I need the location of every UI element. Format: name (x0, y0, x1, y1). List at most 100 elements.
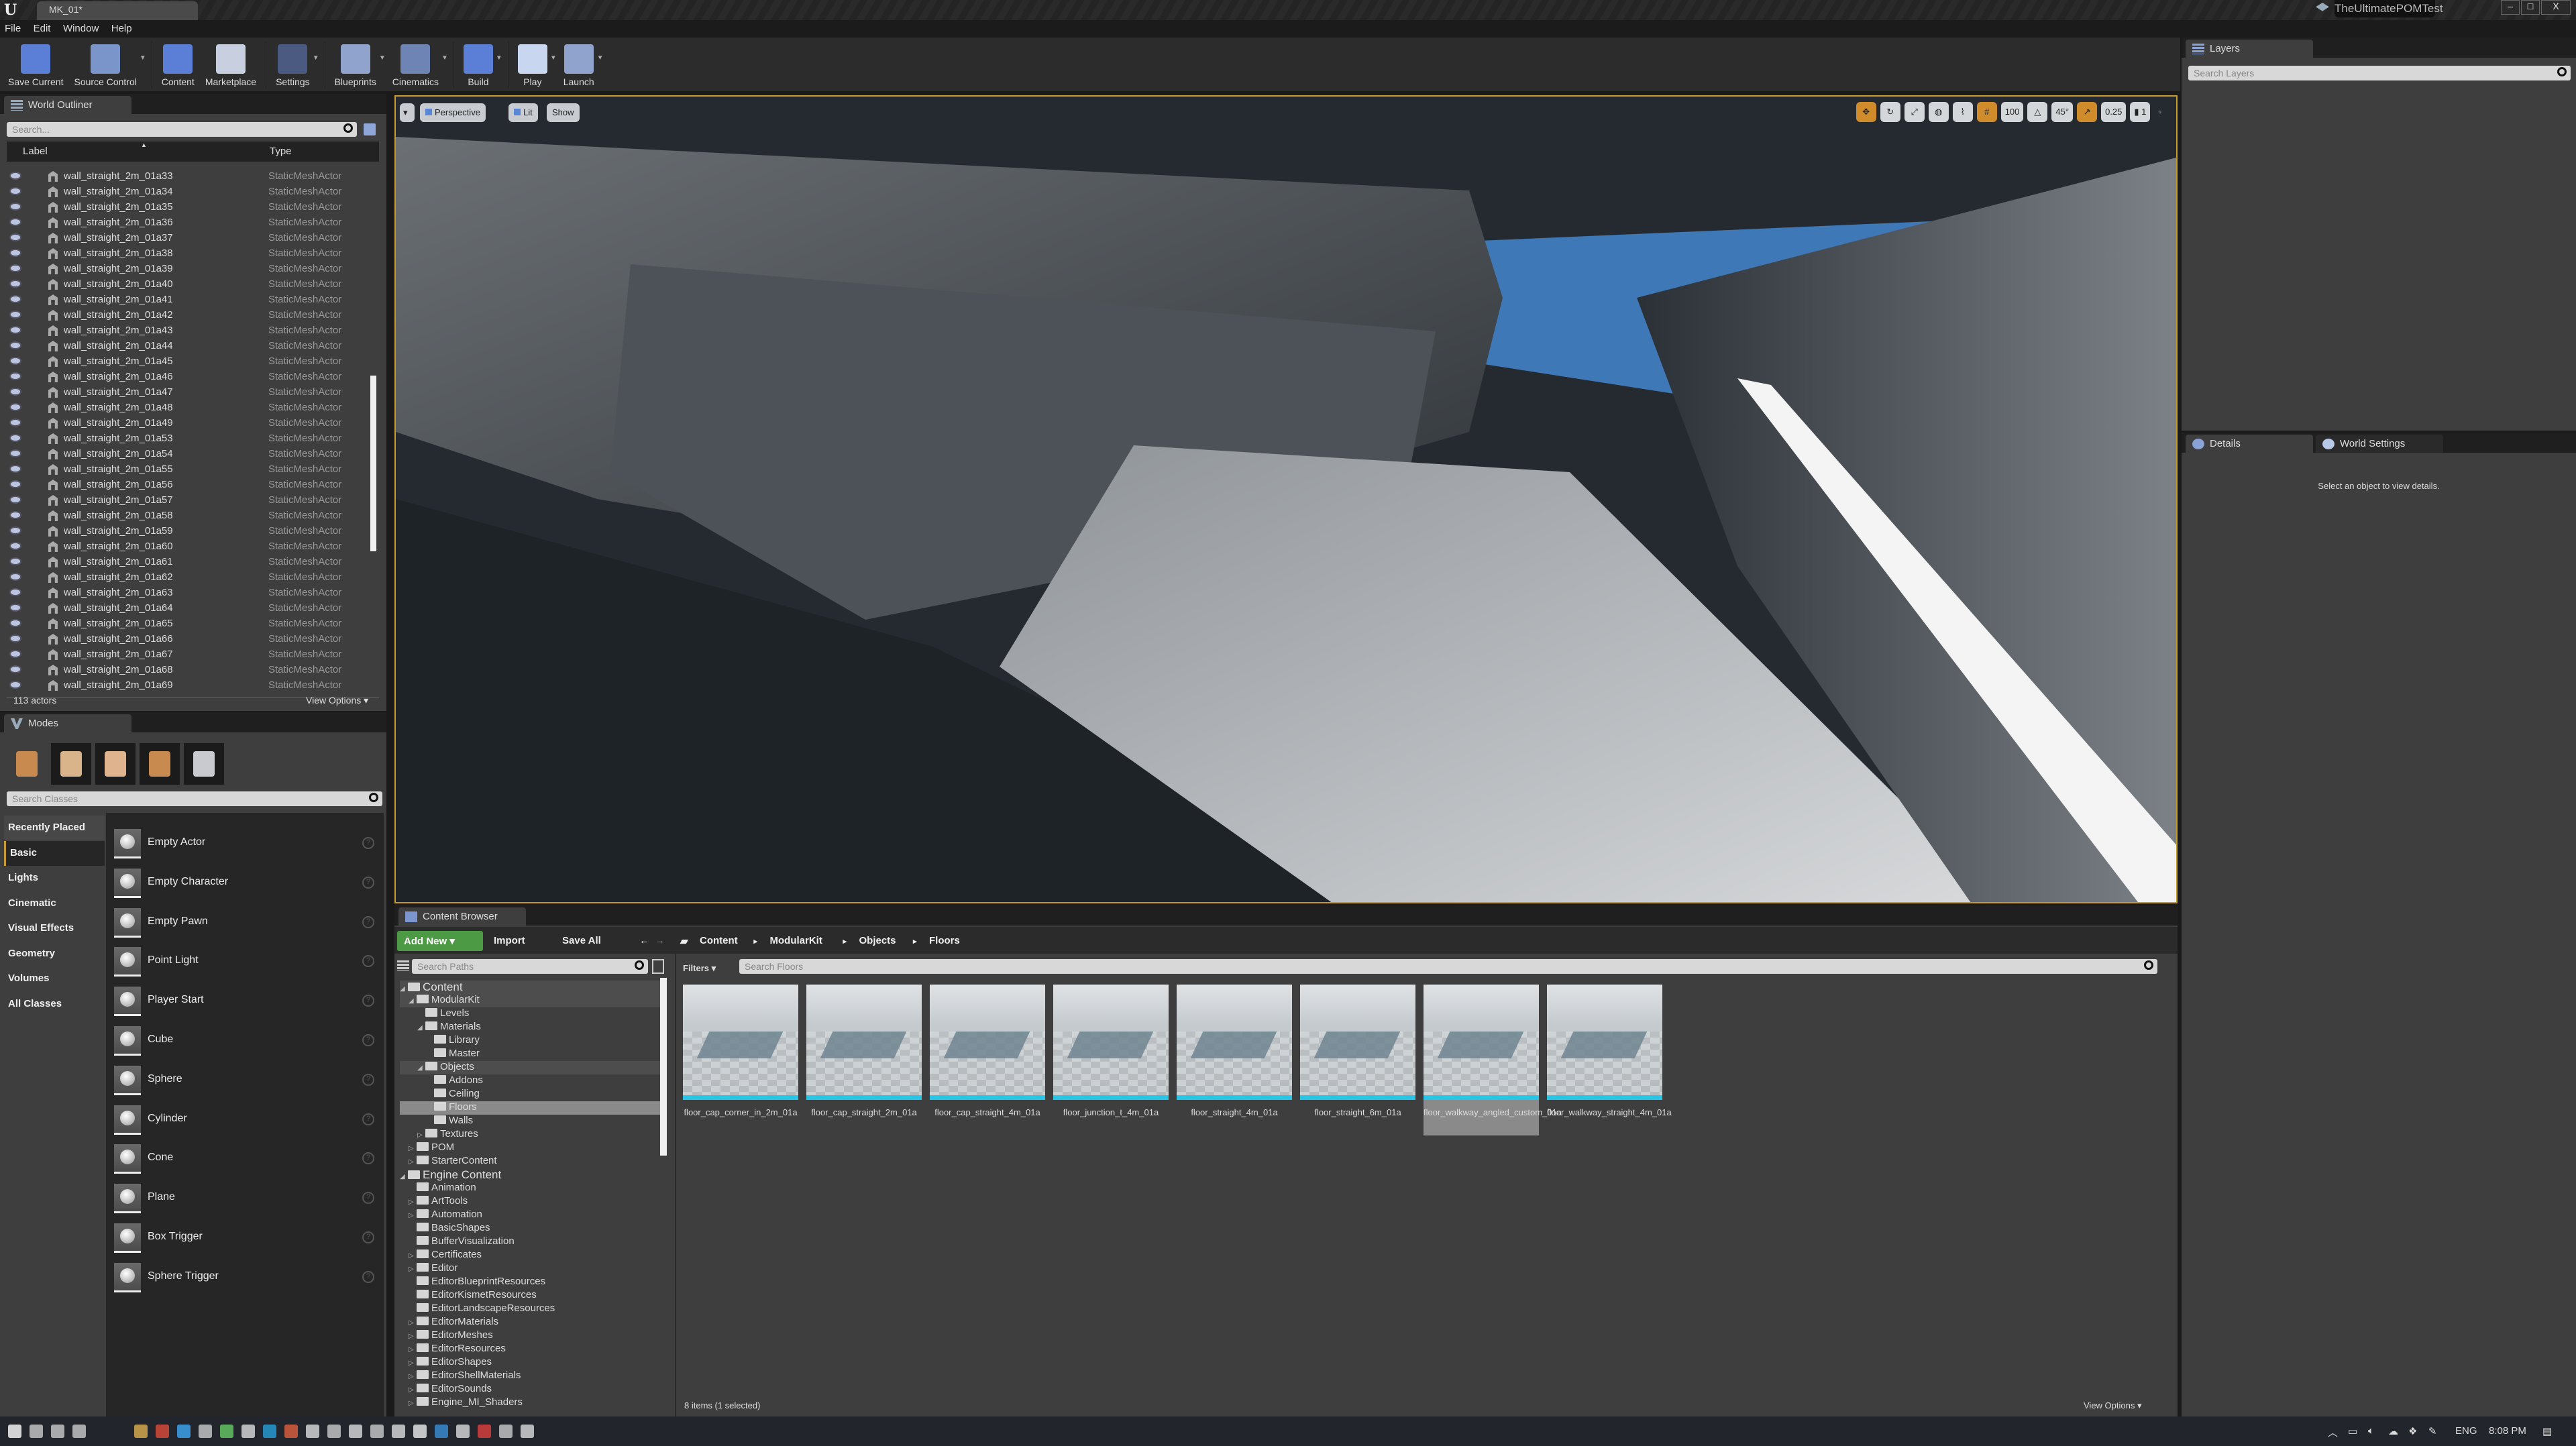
outliner-row[interactable]: wall_straight_2m_01a60 StaticMeshActor (7, 539, 369, 555)
asset-tile[interactable]: floor_straight_6m_01a (1300, 985, 1415, 1135)
folder-buffervisualization[interactable]: BufferVisualization (400, 1235, 663, 1249)
help-icon[interactable]: ? (362, 876, 374, 889)
viewport-options-button[interactable]: ▾ (400, 103, 415, 122)
menu-edit[interactable]: Edit (29, 20, 56, 37)
folder-materials[interactable]: ◢ Materials (400, 1021, 663, 1034)
outliner-row[interactable]: wall_straight_2m_01a45 StaticMeshActor (7, 354, 369, 370)
placeable-plane[interactable]: Plane? (107, 1180, 382, 1219)
folder-basicshapes[interactable]: BasicShapes (400, 1222, 663, 1235)
app-taskbar-icon[interactable] (327, 1425, 341, 1438)
app-taskbar-icon[interactable] (284, 1425, 298, 1438)
collapse-sources-icon[interactable] (397, 960, 409, 971)
splitter[interactable] (675, 954, 676, 1416)
placeable-box-trigger[interactable]: Box Trigger? (107, 1219, 382, 1259)
forward-button[interactable]: → (655, 935, 665, 946)
folder-textures[interactable]: ▷ Textures (400, 1128, 663, 1142)
folder-pom[interactable]: ▷ POM (400, 1142, 663, 1155)
breadcrumb-chevron-icon[interactable]: ▸ (913, 937, 917, 946)
world-outliner-tab[interactable]: World Outliner (4, 96, 131, 114)
volume-icon[interactable]: 🔈︎ (2368, 1425, 2374, 1437)
dropbox-icon[interactable]: ❖ (2408, 1425, 2417, 1437)
folder-levels[interactable]: Levels (400, 1007, 663, 1021)
asset-tile[interactable]: floor_cap_corner_in_2m_01a (683, 985, 798, 1135)
visibility-eye-icon[interactable] (9, 619, 21, 627)
app-taskbar-icon[interactable] (349, 1425, 362, 1438)
outliner-row[interactable]: wall_straight_2m_01a69 StaticMeshActor (7, 678, 369, 693)
start-taskbar-icon[interactable] (8, 1425, 21, 1438)
save-all-button[interactable]: Save All (562, 935, 601, 946)
source-control-button[interactable]: Source Control (74, 44, 137, 87)
app-taskbar-icon[interactable] (413, 1425, 427, 1438)
folder-engine-mi-shaders[interactable]: ▷ Engine_MI_Shaders (400, 1396, 663, 1410)
category-cinematic[interactable]: Cinematic (4, 891, 105, 916)
visibility-eye-icon[interactable] (9, 341, 21, 349)
outliner-row[interactable]: wall_straight_2m_01a48 StaticMeshActor (7, 400, 369, 416)
app-taskbar-icon[interactable] (456, 1425, 470, 1438)
help-icon[interactable]: ? (362, 1073, 374, 1086)
camera-speed-button[interactable]: ▮ 1 (2130, 102, 2151, 122)
translate-icon[interactable]: ✥ (1856, 102, 1876, 122)
place-mode-icon[interactable] (7, 743, 47, 785)
column-label[interactable]: Label (23, 146, 48, 157)
outliner-row[interactable]: wall_straight_2m_01a59 StaticMeshActor (7, 524, 369, 539)
outliner-row[interactable]: wall_straight_2m_01a57 StaticMeshActor (7, 493, 369, 508)
dropdown-arrow-icon[interactable]: ▼ (496, 54, 502, 62)
placeable-empty-pawn[interactable]: Empty Pawn? (107, 904, 382, 944)
visibility-eye-icon[interactable] (9, 187, 21, 195)
collapsed-arrow-icon[interactable]: ▷ (409, 1212, 417, 1219)
folder-walls[interactable]: Walls (400, 1115, 663, 1128)
outliner-row[interactable]: wall_straight_2m_01a65 StaticMeshActor (7, 616, 369, 632)
folder-editormeshes[interactable]: ▷ EditorMeshes (400, 1329, 663, 1343)
level-tab[interactable]: MK_01* (37, 1, 198, 20)
lit-button[interactable]: Lit (508, 103, 538, 122)
outliner-row[interactable]: wall_straight_2m_01a62 StaticMeshActor (7, 570, 369, 586)
outliner-row[interactable]: wall_straight_2m_01a37 StaticMeshActor (7, 231, 369, 246)
category-visual-effects[interactable]: Visual Effects (4, 916, 105, 941)
app-taskbar-icon[interactable] (177, 1425, 191, 1438)
visibility-eye-icon[interactable] (9, 557, 21, 565)
outliner-row[interactable]: wall_straight_2m_01a36 StaticMeshActor (7, 215, 369, 231)
category-volumes[interactable]: Volumes (4, 966, 105, 991)
collapsed-arrow-icon[interactable]: ▷ (409, 1333, 417, 1340)
folder-floors[interactable]: Floors (400, 1101, 663, 1115)
spotify-taskbar-icon[interactable] (220, 1425, 233, 1438)
help-icon[interactable]: ? (362, 995, 374, 1007)
outliner-row[interactable]: wall_straight_2m_01a39 StaticMeshActor (7, 262, 369, 277)
expanded-arrow-icon[interactable]: ◢ (409, 997, 417, 1005)
collapsed-arrow-icon[interactable]: ▷ (409, 1145, 417, 1152)
visibility-eye-icon[interactable] (9, 326, 21, 334)
clock[interactable]: 8:08 PM (2489, 1425, 2526, 1437)
outliner-row[interactable]: wall_straight_2m_01a63 StaticMeshActor (7, 586, 369, 601)
folder-editorlandscaperesources[interactable]: EditorLandscapeResources (400, 1302, 663, 1316)
unreal-logo-icon[interactable]: U (4, 1, 21, 19)
rotate-icon[interactable]: ↻ (1880, 102, 1900, 122)
dropdown-arrow-icon[interactable]: ▼ (313, 54, 319, 62)
outliner-row[interactable]: wall_straight_2m_01a33 StaticMeshActor (7, 169, 369, 184)
collapsed-arrow-icon[interactable]: ▷ (409, 1252, 417, 1260)
expanded-arrow-icon[interactable]: ◢ (400, 1173, 408, 1180)
minimize-button[interactable]: – (2501, 0, 2520, 15)
marketplace-button[interactable]: Marketplace (205, 44, 256, 87)
category-lights[interactable]: Lights (4, 866, 105, 891)
column-type[interactable]: Type (270, 146, 292, 157)
world-local-icon[interactable]: ◍ (1928, 102, 1949, 122)
dropdown-arrow-icon[interactable]: ▼ (441, 54, 448, 62)
help-icon[interactable]: ? (362, 1270, 374, 1283)
visibility-eye-icon[interactable] (9, 526, 21, 535)
visibility-eye-icon[interactable] (9, 573, 21, 581)
visibility-eye-icon[interactable] (9, 419, 21, 427)
language-indicator[interactable]: ENG (2455, 1425, 2477, 1437)
outliner-row[interactable]: wall_straight_2m_01a53 StaticMeshActor (7, 431, 369, 447)
breadcrumb-content[interactable]: Content (700, 935, 738, 946)
collapsed-arrow-icon[interactable]: ▷ (417, 1131, 425, 1139)
visibility-eye-icon[interactable] (9, 249, 21, 257)
outliner-row[interactable]: wall_straight_2m_01a54 StaticMeshActor (7, 447, 369, 462)
outliner-row[interactable]: wall_straight_2m_01a58 StaticMeshActor (7, 508, 369, 524)
app-taskbar-icon[interactable] (306, 1425, 319, 1438)
category-recently-placed[interactable]: Recently Placed (4, 816, 105, 840)
collapsed-arrow-icon[interactable]: ▷ (409, 1359, 417, 1367)
outliner-row[interactable]: wall_straight_2m_01a56 StaticMeshActor (7, 478, 369, 493)
menu-file[interactable]: File (0, 20, 25, 37)
layers-tab[interactable]: Layers (2186, 40, 2313, 58)
category-all-classes[interactable]: All Classes (4, 992, 105, 1017)
